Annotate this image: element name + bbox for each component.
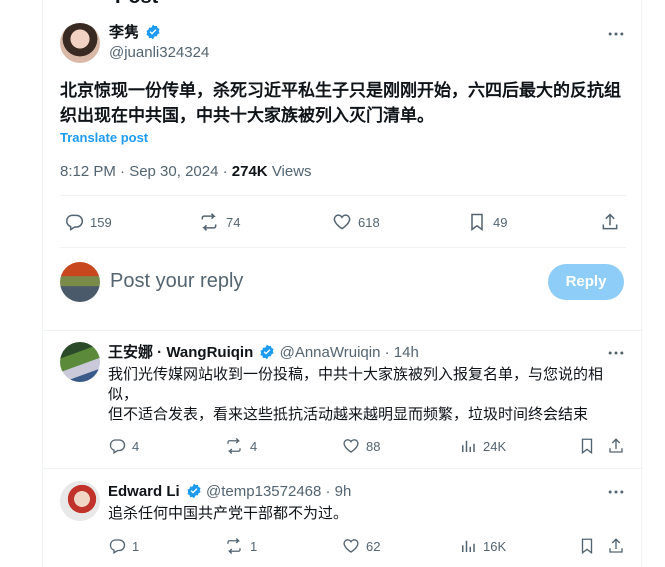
bookmark-action[interactable]: 49 [467,212,507,232]
reply-avatar[interactable] [60,481,100,521]
bookmark-count: 49 [493,214,508,230]
repost-action[interactable]: 74 [198,212,240,232]
repost-action[interactable]: 1 [224,537,257,555]
author-handle[interactable]: @juanli324324 [109,43,209,63]
bookmark-icon [471,213,483,231]
meta-divider [60,195,626,196]
repost-count: 4 [250,438,258,454]
reply-divider [43,468,643,469]
reply-text: 追杀任何中国共产党干部都不为过。 [108,504,618,524]
post-text: 北京惊现一份传单，杀死习近平私生子只是刚刚开始，六四后最大的反抗组织出现在中共国… [60,81,621,125]
verified-icon [260,344,274,360]
page-header: Post [43,0,643,9]
reply-author-handle[interactable]: @temp13572468 [206,483,321,500]
actions-divider [60,247,626,248]
views-action[interactable]: 16K [459,537,506,555]
reply-count: 4 [132,438,140,454]
reply-time[interactable]: · 9h [326,483,352,500]
reply-author-name[interactable]: Edward Li [108,483,180,500]
reply-text-line: 追杀任何中国共产党干部都不为过。 [108,505,349,522]
heart-icon [343,439,359,453]
views-bar-chart-icon [462,540,475,552]
views-count: 274K [231,163,268,180]
share-icon[interactable] [607,437,625,455]
views-action[interactable]: 24K [459,437,506,455]
verified-icon [146,24,161,40]
views-bar-chart-icon [462,440,475,452]
translate-link[interactable]: Translate post [60,130,148,145]
reply-count: 159 [90,214,112,230]
author-block: 李隽 @juanli324324 [109,23,209,63]
repost-icon [227,438,241,454]
author-avatar[interactable] [60,23,100,63]
more-options-icon[interactable] [606,24,626,44]
reply-text-line: 我们光传媒网站收到一份投稿，中共十大家族被列入报复名单，与您说的相似， [108,366,604,403]
reply-author-handle[interactable]: @AnnaWruiqin [280,344,381,361]
reply-action[interactable]: 159 [64,212,112,232]
heart-icon [333,214,351,230]
views-label: Views [271,163,312,180]
like-count: 62 [366,538,381,554]
reply-count: 1 [132,538,140,554]
reply-input[interactable]: Post your reply [110,270,243,293]
my-avatar [60,262,100,302]
views-count: 24K [483,438,507,454]
composer-divider [43,330,643,331]
repost-count: 74 [226,214,241,230]
post-meta: 8:12 PM · Sep 30, 2024 · 274K Views [60,163,312,180]
reply-action[interactable]: 4 [108,437,139,455]
reply-time[interactable]: · 14h [385,344,419,361]
like-count: 88 [366,438,381,454]
reply-header: Edward Li @temp13572468 · 9h [108,482,351,502]
reply-icon [109,439,126,454]
verified-icon [187,483,201,499]
like-count: 618 [358,214,380,230]
bookmark-icon[interactable] [578,537,596,555]
like-action[interactable]: 62 [342,537,380,555]
repost-icon [201,213,217,231]
reply-icon [66,214,84,231]
reply-icon [109,539,126,554]
author-name[interactable]: 李隽 [109,24,139,41]
reply-avatar[interactable] [60,342,100,382]
like-action[interactable]: 88 [342,437,380,455]
share-icon[interactable] [600,212,620,232]
bookmark-icon[interactable] [578,437,596,455]
reply-action[interactable]: 1 [108,537,139,555]
heart-icon [343,539,359,553]
more-options-icon[interactable] [606,343,626,363]
post-column: Post 李隽 @juanli324324 北京惊现一份传单，杀死习近平私生子只… [42,0,643,567]
views-count: 16K [483,538,507,554]
repost-count: 1 [250,538,258,554]
reply-header: 王安娜 · WangRuiqin @AnnaWruiqin · 14h [108,343,419,363]
reply-author-name[interactable]: 王安娜 · WangRuiqin [108,344,253,361]
like-action[interactable]: 618 [332,212,380,232]
share-icon[interactable] [607,537,625,555]
reply-text: 我们光传媒网站收到一份投稿，中共十大家族被列入报复名单，与您说的相似， 但不适合… [108,365,618,425]
more-options-icon[interactable] [606,482,626,502]
reply-button[interactable]: Reply [548,264,624,300]
repost-action[interactable]: 4 [224,437,257,455]
repost-icon [227,538,241,554]
post-timestamp[interactable]: 8:12 PM · Sep 30, 2024 · [60,163,228,180]
reply-text-line: 但不适合发表，看来这些抵抗活动越来越明显而频繁，垃圾时间终会结束 [108,406,589,423]
page-title: Post [115,0,158,9]
